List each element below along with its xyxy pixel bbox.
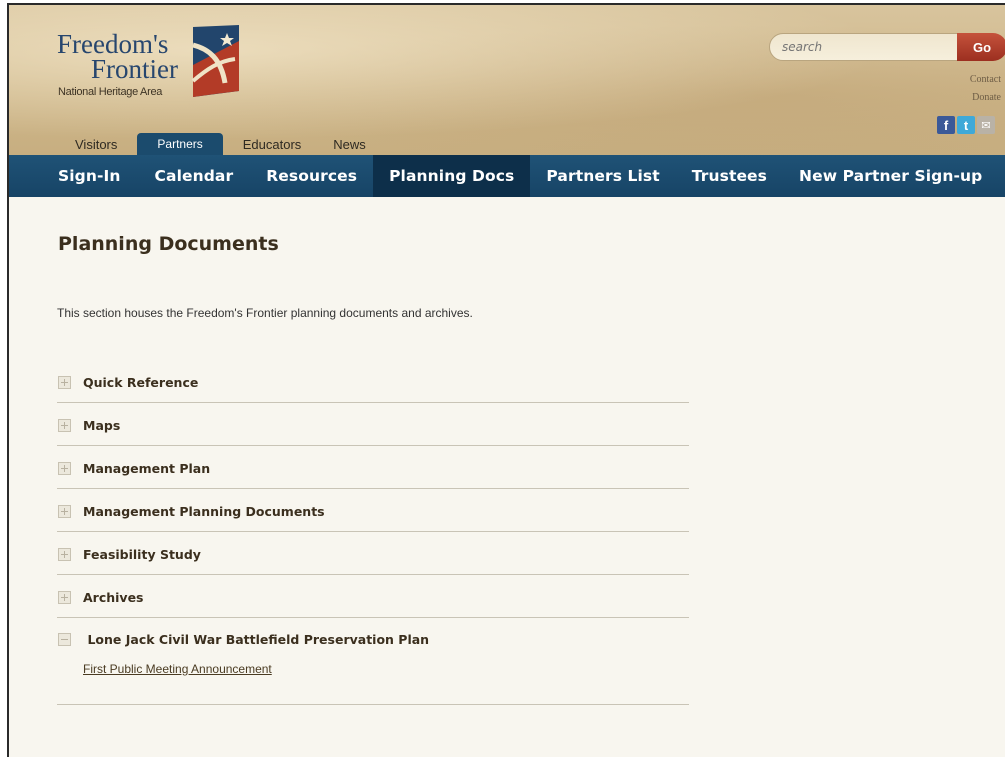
accordion-item-archives[interactable]: Archives xyxy=(57,575,689,618)
accordion-item-feasibility-study[interactable]: Feasibility Study xyxy=(57,532,689,575)
accordion-item-management-planning-documents[interactable]: Management Planning Documents xyxy=(57,489,689,532)
expand-plus-icon[interactable] xyxy=(58,548,71,561)
expand-plus-icon[interactable] xyxy=(58,505,71,518)
audience-tabs: Visitors Partners Educators News xyxy=(59,133,382,155)
go-button[interactable]: Go xyxy=(957,33,1005,61)
site-logo[interactable]: Freedom's Frontier National Heritage Are… xyxy=(57,25,247,105)
donate-link[interactable]: Donate xyxy=(972,92,1001,103)
accordion-item-label[interactable]: Archives xyxy=(83,590,144,605)
tab-news[interactable]: News xyxy=(317,133,382,155)
email-icon[interactable]: ✉ xyxy=(977,116,995,134)
accordion-item-lone-jack-preservation-plan[interactable]: Lone Jack Civil War Battlefield Preserva… xyxy=(57,618,689,705)
nav-resources[interactable]: Resources xyxy=(250,155,373,197)
main-nav: Sign-In Calendar Resources Planning Docs… xyxy=(9,155,1005,197)
expand-plus-icon[interactable] xyxy=(58,591,71,604)
nav-planning-docs[interactable]: Planning Docs xyxy=(373,155,531,197)
tab-partners[interactable]: Partners xyxy=(137,133,223,155)
accordion-item-label[interactable]: Maps xyxy=(83,418,120,433)
nav-partners-list[interactable]: Partners List xyxy=(530,155,675,197)
browser-page: Freedom's Frontier National Heritage Are… xyxy=(7,3,1005,757)
nav-calendar[interactable]: Calendar xyxy=(137,155,251,197)
expand-plus-icon[interactable] xyxy=(58,462,71,475)
search-input[interactable] xyxy=(769,33,959,61)
logo-title-line2: Frontier xyxy=(91,54,178,84)
logo-subtitle: National Heritage Area xyxy=(58,86,163,98)
facebook-icon[interactable]: f xyxy=(937,116,955,134)
social-links: f t ✉ xyxy=(937,116,995,134)
expand-plus-icon[interactable] xyxy=(58,419,71,432)
main-content: Planning Documents This section houses t… xyxy=(9,197,1005,757)
accordion-item-label[interactable]: Management Plan xyxy=(83,461,210,476)
collapse-minus-icon[interactable] xyxy=(58,633,71,647)
intro-text: This section houses the Freedom's Fronti… xyxy=(57,306,473,320)
contact-link[interactable]: Contact xyxy=(970,74,1001,85)
page-title: Planning Documents xyxy=(58,233,279,255)
accordion-item-label[interactable]: Quick Reference xyxy=(83,375,198,390)
first-public-meeting-link[interactable]: First Public Meeting Announcement xyxy=(83,662,689,676)
accordion-item-label[interactable]: Feasibility Study xyxy=(83,547,201,562)
expand-plus-icon[interactable] xyxy=(58,376,71,389)
accordion-item-maps[interactable]: Maps xyxy=(57,403,689,446)
nav-sign-in[interactable]: Sign-In xyxy=(42,155,137,197)
twitter-icon[interactable]: t xyxy=(957,116,975,134)
accordion-item-label[interactable]: Lone Jack Civil War Battlefield Preserva… xyxy=(87,632,429,647)
accordion-item-label[interactable]: Management Planning Documents xyxy=(83,504,325,519)
nav-new-partner-sign-up[interactable]: New Partner Sign-up xyxy=(783,155,998,197)
tab-visitors[interactable]: Visitors xyxy=(59,133,133,155)
document-accordion: Quick Reference Maps Management Plan Man… xyxy=(57,360,689,705)
star-emblem-icon xyxy=(191,25,239,97)
tab-educators[interactable]: Educators xyxy=(227,133,318,155)
nav-trustees[interactable]: Trustees xyxy=(676,155,783,197)
accordion-item-management-plan[interactable]: Management Plan xyxy=(57,446,689,489)
site-header: Freedom's Frontier National Heritage Are… xyxy=(9,5,1005,155)
accordion-item-quick-reference[interactable]: Quick Reference xyxy=(57,360,689,403)
